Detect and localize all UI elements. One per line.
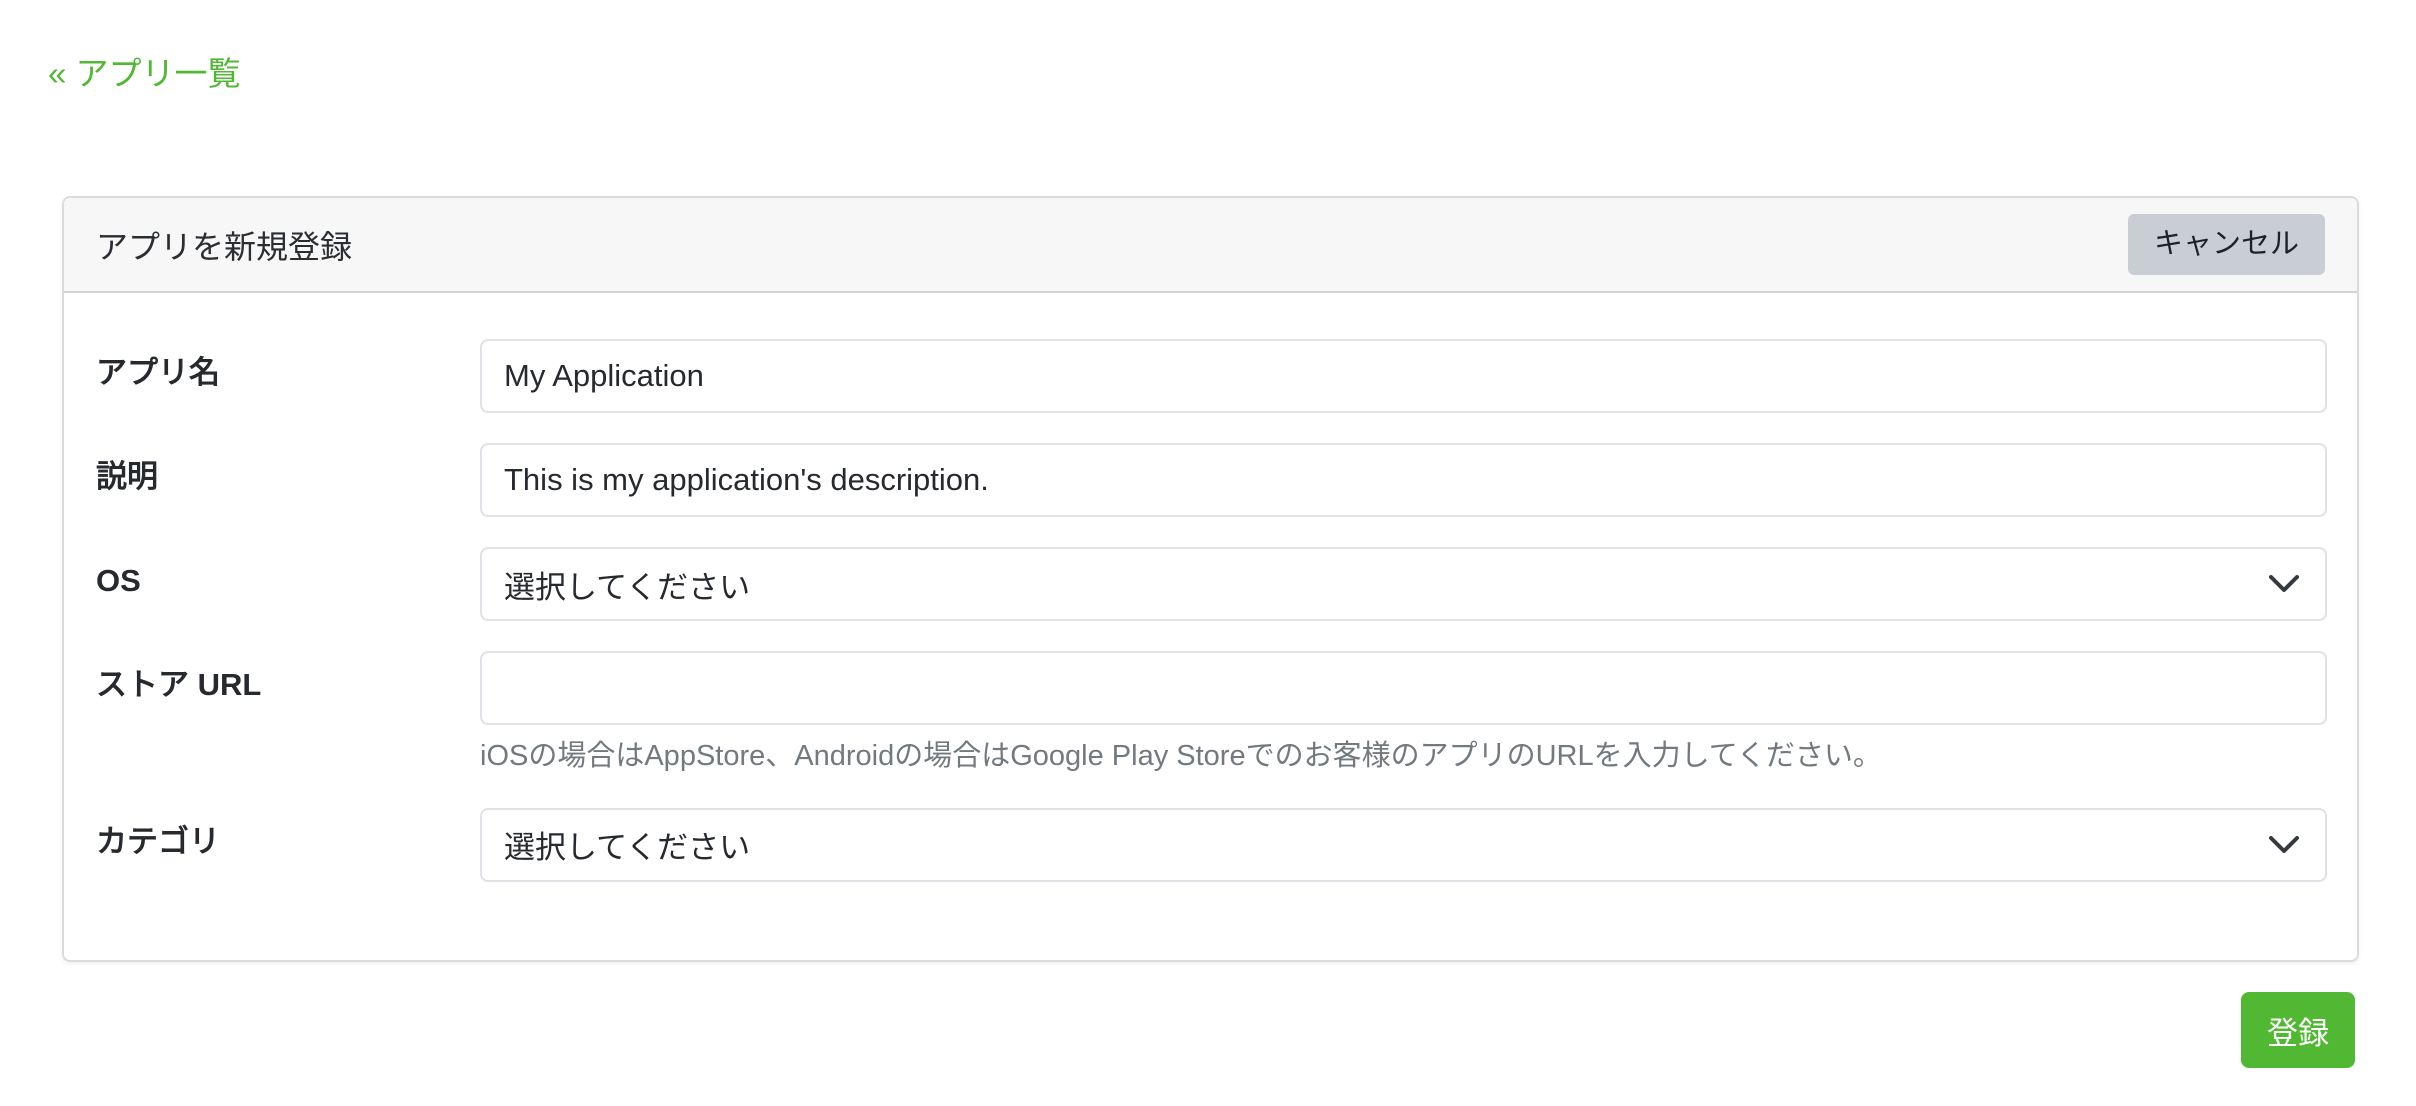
cancel-button[interactable]: キャンセル (2128, 214, 2325, 275)
app-name-input[interactable] (480, 339, 2327, 413)
form-row-os: OS 選択してください (96, 547, 2327, 621)
form-row-category: カテゴリ 選択してください (96, 808, 2327, 882)
panel-title: アプリを新規登録 (96, 222, 352, 268)
description-field-wrap (480, 443, 2327, 517)
panel-header: アプリを新規登録 キャンセル (64, 198, 2357, 293)
category-select-value: 選択してください (504, 822, 750, 867)
category-label: カテゴリ (96, 808, 480, 882)
new-app-registration-panel: アプリを新規登録 キャンセル アプリ名 説明 OS 選択してください (62, 196, 2359, 962)
register-button[interactable]: 登録 (2241, 992, 2355, 1068)
form-row-description: 説明 (96, 443, 2327, 517)
store-url-field-wrap: iOSの場合はAppStore、Androidの場合はGoogle Play S… (480, 651, 2327, 778)
store-url-input[interactable] (480, 651, 2327, 725)
os-select[interactable]: 選択してください (480, 547, 2327, 621)
app-name-label: アプリ名 (96, 339, 480, 413)
form-row-store-url: ストア URL iOSの場合はAppStore、Androidの場合はGoogl… (96, 651, 2327, 778)
back-to-app-list-link[interactable]: « アプリ一覧 (48, 54, 241, 94)
chevron-down-icon (2269, 836, 2299, 854)
chevron-down-icon (2269, 575, 2299, 593)
description-label: 説明 (96, 443, 480, 517)
description-input[interactable] (480, 443, 2327, 517)
form-body: アプリ名 説明 OS 選択してください ストア UR (64, 293, 2357, 960)
form-row-app-name: アプリ名 (96, 339, 2327, 413)
store-url-label: ストア URL (96, 651, 480, 778)
category-select[interactable]: 選択してください (480, 808, 2327, 882)
os-select-value: 選択してください (504, 562, 750, 607)
category-field-wrap: 選択してください (480, 808, 2327, 882)
store-url-help-text: iOSの場合はAppStore、Androidの場合はGoogle Play S… (480, 739, 2327, 774)
app-name-field-wrap (480, 339, 2327, 413)
os-label: OS (96, 547, 480, 621)
os-field-wrap: 選択してください (480, 547, 2327, 621)
